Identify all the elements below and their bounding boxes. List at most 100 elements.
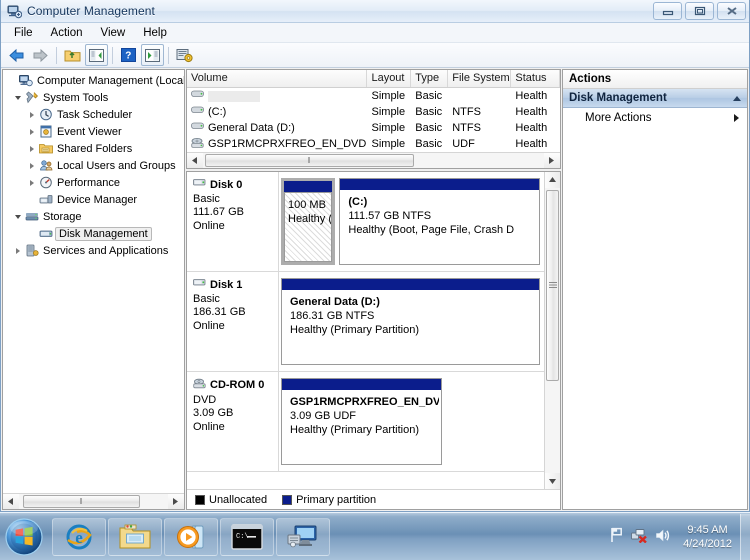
menu-view[interactable]: View [92, 25, 135, 41]
actions-pane-title: Actions [563, 70, 747, 89]
column-header-status[interactable]: Status [511, 70, 560, 87]
partition-status: Healthy (Primary Partition) [290, 424, 419, 436]
partition-d[interactable]: General Data (D:) 186.31 GB NTFS Healthy… [281, 278, 540, 365]
partition-status: Healthy (EF [288, 213, 333, 225]
scrollbar-thumb[interactable]: ‖ [205, 154, 414, 167]
cell-type: Basic [415, 106, 443, 118]
scroll-down-icon[interactable] [545, 473, 560, 489]
tree-item-system-tools[interactable]: System Tools [3, 89, 184, 106]
tree-item-services-and-applications[interactable]: Services and Applications [3, 242, 184, 259]
show-desktop-button[interactable] [740, 513, 750, 560]
help-icon[interactable]: ? [117, 44, 140, 66]
restore-button[interactable] [685, 2, 714, 20]
tree-item-disk-management[interactable]: Disk Management [3, 225, 184, 242]
partition-e-dvd[interactable]: GSP1RMCPRXFREO_EN_DVD 3.09 GB UDF Health… [281, 378, 442, 465]
disk-info[interactable]: Disk 0 Basic 111.67 GB Online [187, 172, 279, 271]
action-more-actions[interactable]: More Actions [563, 108, 747, 127]
expander-icon[interactable] [25, 179, 38, 186]
taskbar-buttons: e C:\ [48, 517, 330, 556]
cell-volume: (C:) [208, 106, 227, 118]
expander-icon[interactable] [11, 95, 24, 100]
scrollbar-thumb[interactable]: ‖ [23, 495, 140, 508]
tree-item-shared-folders[interactable]: Shared Folders [3, 140, 184, 157]
partition-system-reserved[interactable]: 100 MB Healthy (EF [281, 178, 336, 265]
column-header-type[interactable]: Type [411, 70, 449, 87]
expander-icon[interactable] [11, 214, 24, 219]
taskbar-internet-explorer-icon[interactable]: e [52, 517, 106, 556]
taskbar-computer-management-icon[interactable] [276, 517, 330, 556]
back-icon[interactable] [5, 44, 28, 66]
table-row[interactable]: (C:) Simple Basic NTFS Health [187, 104, 560, 120]
drive-icon [191, 105, 205, 119]
column-header-file-system[interactable]: File System [448, 70, 512, 87]
refresh-icon[interactable] [173, 44, 196, 66]
actions-group-disk-management[interactable]: Disk Management [563, 89, 747, 108]
action-center-flag-icon[interactable] [609, 527, 624, 546]
tree-horizontal-scrollbar[interactable]: ‖ [3, 493, 184, 509]
show-hide-tree-icon[interactable] [85, 44, 108, 66]
disk-management-icon [38, 227, 54, 240]
partition-c[interactable]: (C:) 111.57 GB NTFS Healthy (Boot, Page … [339, 178, 540, 265]
expander-icon[interactable] [25, 145, 38, 152]
scrollbar-thumb[interactable] [546, 190, 559, 381]
disk-name: CD-ROM 0 [210, 379, 265, 391]
menu-help[interactable]: Help [134, 25, 176, 41]
close-button[interactable] [717, 2, 746, 20]
column-header-volume[interactable]: Volume [187, 70, 368, 87]
tree-item-performance[interactable]: Performance [3, 174, 184, 191]
scrollbar-track[interactable] [545, 188, 560, 473]
scroll-left-icon[interactable] [187, 153, 203, 168]
column-header-layout[interactable]: Layout [367, 70, 412, 87]
disk-info[interactable]: CD-ROM 0 DVD 3.09 GB Online [187, 372, 279, 471]
task-scheduler-icon [38, 108, 54, 121]
tree-item-device-manager[interactable]: Device Manager [3, 191, 184, 208]
disk-partitions: 100 MB Healthy (EF (C:) 111.57 GB NTFS [279, 172, 544, 271]
taskbar-windows-explorer-icon[interactable] [108, 517, 162, 556]
taskbar-media-player-icon[interactable] [164, 517, 218, 556]
tree-item-label: Event Viewer [57, 125, 122, 138]
start-orb-icon[interactable] [0, 514, 48, 560]
up-folder-icon[interactable] [61, 44, 84, 66]
system-tray: 9:45 AM 4/24/2012 [601, 513, 750, 560]
minimize-button[interactable] [653, 2, 682, 20]
tree-item-storage[interactable]: Storage [3, 208, 184, 225]
chevron-up-icon[interactable] [733, 95, 741, 101]
expander-icon[interactable] [25, 111, 38, 118]
cell-type: Basic [415, 90, 443, 102]
menu-file[interactable]: File [5, 25, 42, 41]
volume-icon[interactable] [655, 528, 671, 546]
forward-icon[interactable] [29, 44, 52, 66]
expander-icon[interactable] [25, 162, 38, 169]
legend-swatch-unallocated [195, 494, 205, 505]
menu-action[interactable]: Action [42, 25, 92, 41]
local-users-icon [38, 159, 54, 172]
scrollbar-track[interactable]: ‖ [203, 153, 544, 168]
tree-item-computer-management[interactable]: Computer Management (Local [3, 72, 184, 89]
expander-icon[interactable] [11, 247, 24, 254]
svg-text:C:\: C:\ [236, 533, 249, 541]
tree-item-local-users-and-groups[interactable]: Local Users and Groups [3, 157, 184, 174]
show-action-pane-icon[interactable] [141, 44, 164, 66]
network-disconnected-icon[interactable] [631, 527, 648, 546]
disk-management-pane: Volume Layout Type File System Status Si… [186, 69, 561, 510]
taskbar-command-prompt-icon[interactable]: C:\ [220, 517, 274, 556]
disk-view-vertical-scrollbar[interactable] [544, 172, 560, 489]
scroll-up-icon[interactable] [545, 172, 560, 188]
scroll-right-icon[interactable] [168, 494, 184, 509]
toolbar: ? [1, 43, 749, 68]
table-row[interactable]: Simple Basic Health [187, 88, 560, 104]
table-row[interactable]: GSP1RMCPRXFREO_EN_DVD (E:) Simple Basic … [187, 136, 560, 152]
partition-color-bar [284, 181, 333, 192]
expander-icon[interactable] [25, 128, 38, 135]
scrollbar-track[interactable]: ‖ [19, 494, 168, 509]
tree-item-event-viewer[interactable]: Event Viewer [3, 123, 184, 140]
table-row[interactable]: General Data (D:) Simple Basic NTFS Heal… [187, 120, 560, 136]
disk-info[interactable]: Disk 1 Basic 186.31 GB Online [187, 272, 279, 371]
scroll-right-icon[interactable] [544, 153, 560, 168]
scroll-left-icon[interactable] [3, 494, 19, 509]
clock[interactable]: 9:45 AM 4/24/2012 [679, 523, 740, 551]
computer-management-window: Computer Management File Action View Hel… [0, 0, 750, 512]
action-label: More Actions [585, 111, 652, 124]
volume-list-horizontal-scrollbar[interactable]: ‖ [187, 152, 560, 168]
tree-item-task-scheduler[interactable]: Task Scheduler [3, 106, 184, 123]
